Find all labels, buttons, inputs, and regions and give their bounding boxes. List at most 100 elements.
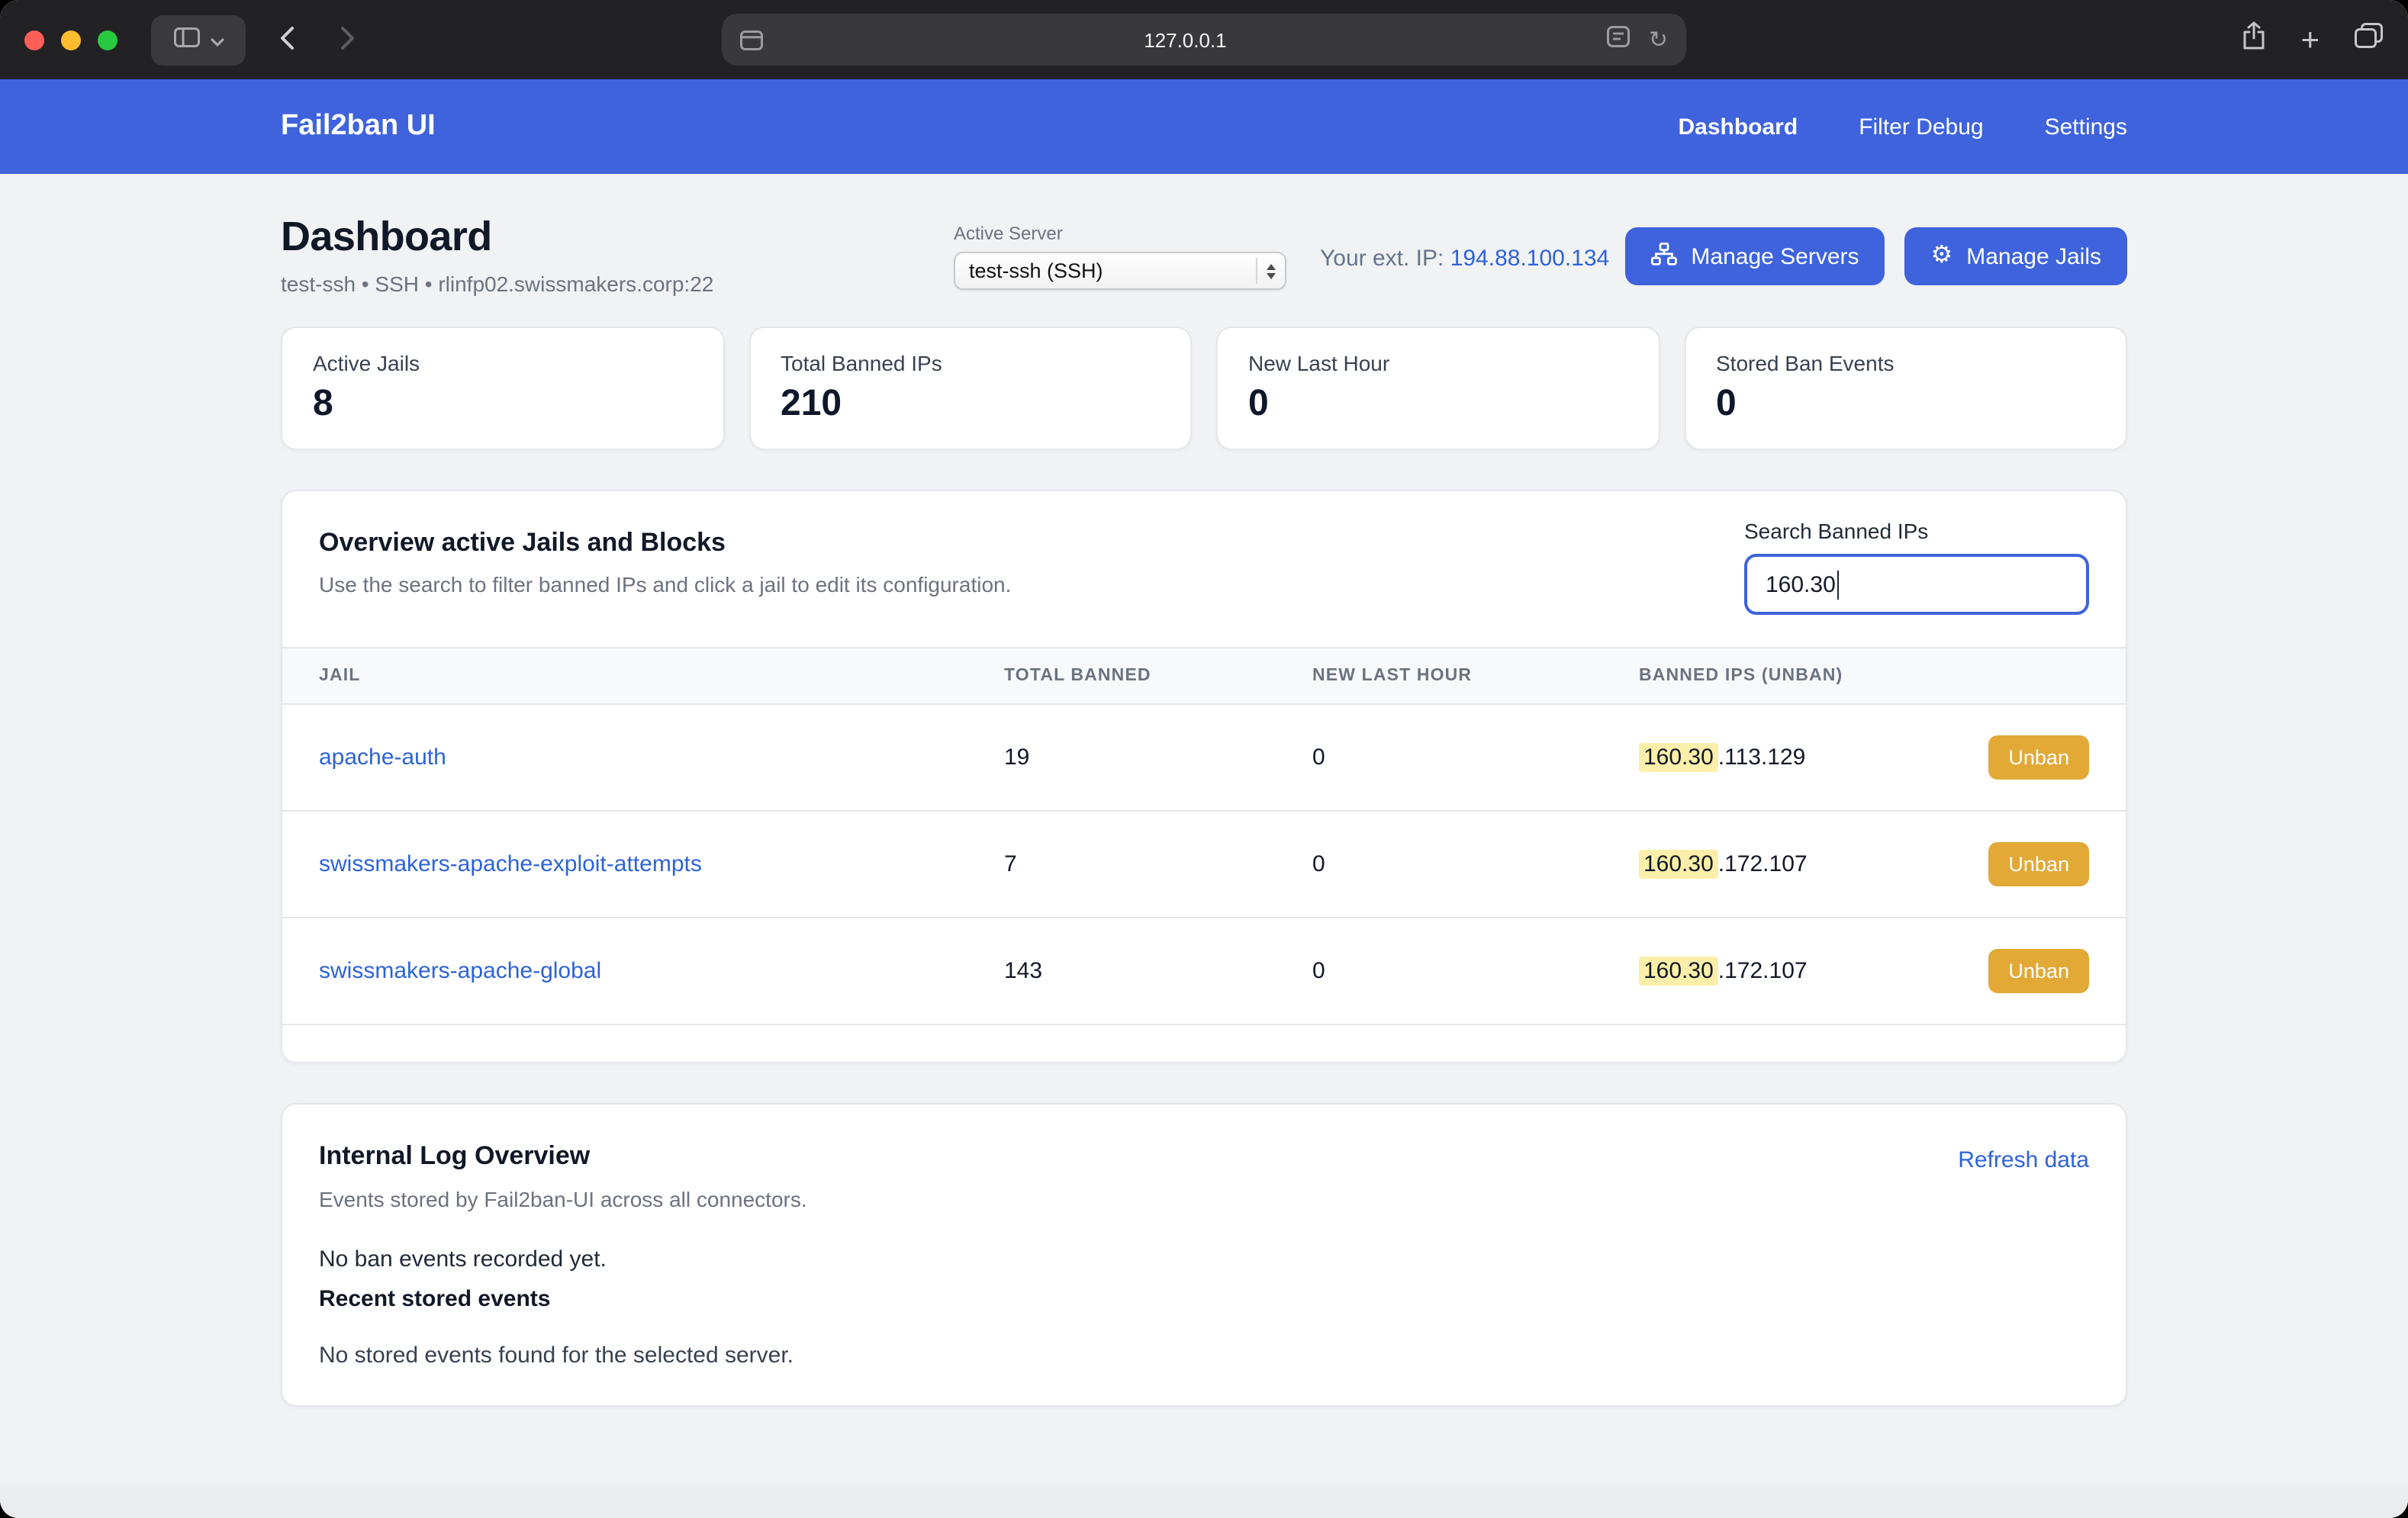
close-window-button[interactable] [24, 30, 44, 50]
col-header-jail: Jail [319, 667, 1004, 685]
new-last-hour-cell: 0 [1312, 851, 1639, 877]
stat-card-active-jails: Active Jails 8 [281, 326, 724, 450]
browser-window: 127.0.0.1 ↻ + Fail [0, 0, 2408, 1518]
share-icon[interactable] [2241, 21, 2265, 58]
external-ip-value[interactable]: 194.88.100.134 [1450, 246, 1610, 272]
page-subtitle: test-ssh • SSH • rlinfp02.swissmakers.co… [281, 272, 954, 296]
overview-card: Overview active Jails and Blocks Use the… [281, 490, 2127, 1063]
sitemap-icon [1651, 242, 1677, 271]
banned-ip: 160.30.113.129 [1639, 745, 1805, 770]
nav-link-dashboard[interactable]: Dashboard [1678, 114, 1798, 140]
active-server-select[interactable]: test-ssh (SSH) [954, 252, 1286, 290]
app-navbar: Fail2ban UI Dashboard Filter Debug Setti… [0, 79, 2408, 174]
ip-match-highlight: 160.30 [1639, 743, 1718, 772]
screen: 127.0.0.1 ↻ + Fail [0, 0, 2408, 1518]
stat-value: 8 [313, 383, 692, 426]
nav-links: Dashboard Filter Debug Settings [1678, 114, 2127, 140]
stat-value: 210 [781, 383, 1160, 426]
stat-label: New Last Hour [1248, 351, 1627, 375]
total-banned-cell: 143 [1004, 958, 1312, 984]
new-tab-icon[interactable]: + [2300, 24, 2319, 56]
col-header-total-banned: Total Banned [1004, 667, 1312, 685]
zoom-window-button[interactable] [98, 30, 118, 50]
page-header: Dashboard test-ssh • SSH • rlinfp02.swis… [281, 214, 2127, 296]
stat-label: Active Jails [313, 351, 692, 375]
translate-icon[interactable] [1608, 25, 1631, 54]
forward-icon [340, 25, 356, 54]
page-content: Dashboard test-ssh • SSH • rlinfp02.swis… [0, 174, 2408, 1518]
stat-value: 0 [1248, 383, 1627, 426]
jails-table: Jail Total Banned New Last Hour Banned I… [282, 647, 2126, 1025]
new-last-hour-cell: 0 [1312, 958, 1639, 984]
log-title: Internal Log Overview [319, 1141, 590, 1172]
search-value: 160.30 [1766, 571, 1836, 597]
reload-icon[interactable]: ↻ [1649, 28, 1668, 51]
ip-match-highlight: 160.30 [1639, 850, 1718, 879]
search-banned-ips-input[interactable]: 160.30 [1744, 554, 2089, 615]
stats-row: Active Jails 8 Total Banned IPs 210 New … [281, 326, 2127, 450]
total-banned-cell: 7 [1004, 851, 1312, 877]
external-ip: Your ext. IP: 194.88.100.134 [1320, 214, 1609, 272]
url-text: 127.0.0.1 [763, 28, 1608, 51]
gear-icon: ⚙ [1931, 244, 1953, 269]
new-last-hour-cell: 0 [1312, 745, 1639, 770]
jail-link[interactable]: apache-auth [319, 745, 446, 770]
table-header-row: Jail Total Banned New Last Hour Banned I… [282, 647, 2126, 705]
stat-value: 0 [1716, 383, 2095, 426]
nav-link-settings[interactable]: Settings [2045, 114, 2127, 140]
search-banned-ips-label: Search Banned IPs [1744, 519, 2089, 543]
banned-ip: 160.30.172.107 [1639, 851, 1808, 877]
tab-overview-icon[interactable] [2355, 23, 2384, 56]
manage-servers-label: Manage Servers [1691, 243, 1859, 269]
unban-button[interactable]: Unban [1988, 842, 2089, 886]
col-header-new-last-hour: New Last Hour [1312, 667, 1639, 685]
jail-link[interactable]: swissmakers-apache-exploit-attempts [319, 851, 702, 877]
table-row: swissmakers-apache-global 143 0 160.30.1… [282, 918, 2126, 1025]
page-settings-icon[interactable] [740, 30, 763, 50]
forward-button[interactable] [328, 14, 368, 65]
col-header-banned-ips: Banned IPs (Unban) [1639, 667, 2089, 685]
banned-ip: 160.30.172.107 [1639, 958, 1808, 984]
chevron-down-icon [210, 28, 224, 51]
stat-label: Total Banned IPs [781, 351, 1160, 375]
text-caret [1837, 570, 1840, 599]
internal-log-card: Internal Log Overview Refresh data Event… [281, 1103, 2127, 1407]
no-stored-events-text: No stored events found for the selected … [319, 1343, 2089, 1368]
table-row: swissmakers-apache-exploit-attempts 7 0 … [282, 812, 2126, 918]
stat-card-total-banned: Total Banned IPs 210 [748, 326, 1192, 450]
ip-match-highlight: 160.30 [1639, 957, 1718, 986]
refresh-data-link[interactable]: Refresh data [1958, 1141, 2089, 1173]
table-row: apache-auth 19 0 160.30.113.129 Unban [282, 705, 2126, 812]
back-icon [279, 25, 295, 54]
manage-jails-button[interactable]: ⚙ Manage Jails [1905, 227, 2127, 285]
unban-button[interactable]: Unban [1988, 735, 2089, 780]
sidebar-icon [173, 27, 199, 52]
page-title: Dashboard [281, 214, 954, 261]
stat-card-new-last-hour: New Last Hour 0 [1216, 326, 1660, 450]
unban-button[interactable]: Unban [1988, 949, 2089, 993]
select-stepper-icon [1256, 258, 1276, 284]
manage-servers-button[interactable]: Manage Servers [1625, 227, 1885, 285]
active-server-label: Active Server [954, 223, 1286, 244]
nav-link-filter-debug[interactable]: Filter Debug [1859, 114, 1983, 140]
app-brand: Fail2ban UI [281, 110, 436, 143]
overview-subtitle: Use the search to filter banned IPs and … [319, 572, 1011, 597]
active-server-value: test-ssh (SSH) [969, 259, 1256, 282]
external-ip-label: Your ext. IP: [1320, 246, 1444, 272]
address-bar[interactable]: 127.0.0.1 ↻ [722, 14, 1686, 66]
browser-chrome: 127.0.0.1 ↻ + [0, 0, 2408, 79]
traffic-lights [24, 30, 118, 50]
back-button[interactable] [267, 14, 307, 65]
stat-card-stored-ban-events: Stored Ban Events 0 [1684, 326, 2127, 450]
sidebar-toggle-button[interactable] [151, 14, 246, 65]
log-subtitle: Events stored by Fail2ban-UI across all … [319, 1187, 2089, 1211]
no-ban-events-text: No ban events recorded yet. [319, 1246, 2089, 1272]
manage-jails-label: Manage Jails [1966, 243, 2101, 269]
total-banned-cell: 19 [1004, 745, 1312, 770]
window-footer [0, 1484, 2408, 1518]
recent-stored-events-title: Recent stored events [319, 1286, 2089, 1312]
overview-title: Overview active Jails and Blocks [319, 528, 1011, 558]
minimize-window-button[interactable] [61, 30, 81, 50]
jail-link[interactable]: swissmakers-apache-global [319, 958, 601, 984]
stat-label: Stored Ban Events [1716, 351, 2095, 375]
